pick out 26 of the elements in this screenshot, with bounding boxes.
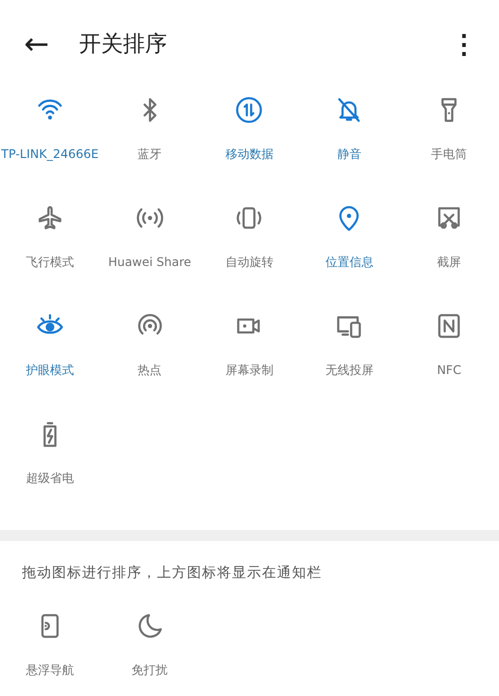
- tile-label: 手电筒: [431, 146, 468, 163]
- tile-label: NFC: [436, 362, 462, 379]
- rotate-icon[interactable]: [235, 204, 264, 232]
- tile-label: 蓝牙: [138, 146, 162, 163]
- tile-label: 位置信息: [325, 254, 374, 271]
- mobile-data-icon[interactable]: [235, 96, 264, 124]
- tile-label: 自动旋转: [225, 254, 274, 271]
- tile-label: 超级省电: [26, 470, 74, 487]
- tile-label: 悬浮导航: [26, 662, 74, 679]
- tile-label: 飞行模式: [26, 254, 74, 271]
- page-title: 开关排序: [79, 31, 168, 59]
- tile-label: 静音: [337, 146, 362, 163]
- back-button[interactable]: ←: [20, 26, 54, 62]
- tile-label: 移动数据: [225, 146, 274, 163]
- tile-label: 屏幕录制: [225, 362, 274, 379]
- moon-icon[interactable]: [136, 612, 164, 640]
- airplane-icon[interactable]: [36, 204, 64, 232]
- tile-label: 截屏: [437, 254, 462, 271]
- tile-label: 免打扰: [132, 662, 168, 679]
- tile-label: TP-LINK_24666E: [1, 146, 99, 163]
- menu-button[interactable]: ⋮: [445, 28, 483, 60]
- tile-label: 热点: [138, 362, 162, 379]
- hint-text: 拖动图标进行排序，上方图标将显示在通知栏: [21, 564, 323, 583]
- tile-label: 无线投屏: [325, 362, 374, 379]
- tile-label: Huawei Share: [108, 254, 192, 271]
- tile-label: 护眼模式: [26, 362, 74, 379]
